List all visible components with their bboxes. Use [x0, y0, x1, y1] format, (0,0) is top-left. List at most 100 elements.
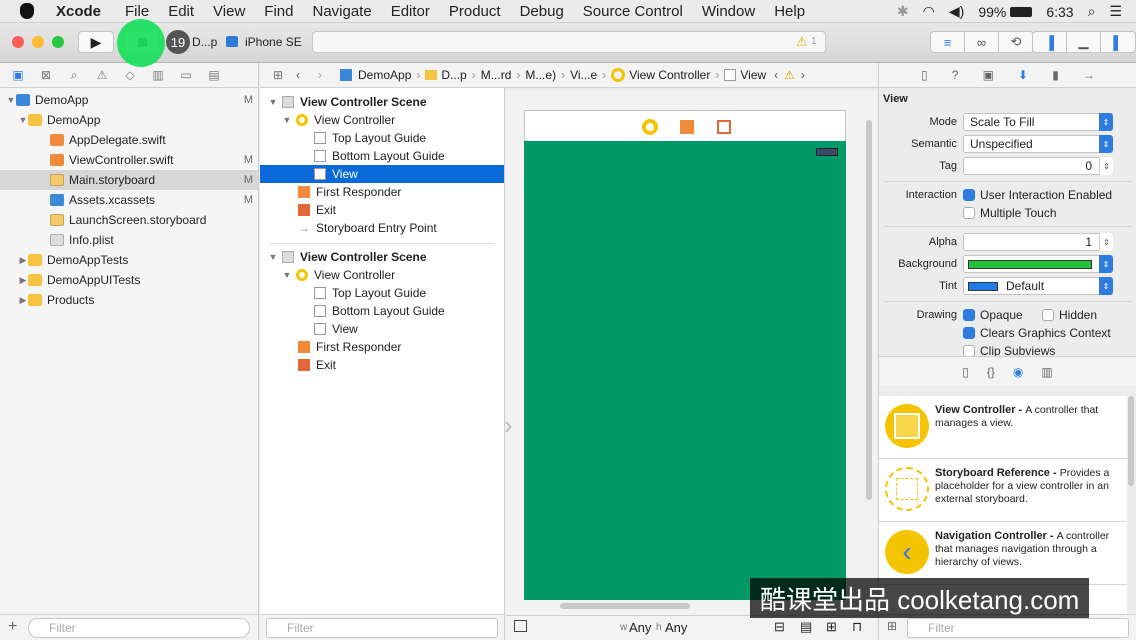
outline-scene-2[interactable]: ▼ View Controller Scene — [260, 248, 504, 266]
nav-item-main-storyboard[interactable]: Main.storyboard M — [0, 170, 258, 190]
menu-window[interactable]: Window — [702, 3, 755, 20]
connections-inspector-icon[interactable]: → — [1083, 68, 1095, 82]
embed-in-stack-icon[interactable]: ⊟ — [774, 619, 785, 635]
user-interaction-checkbox[interactable] — [963, 189, 975, 201]
outline-item-exit[interactable]: Exit — [260, 201, 504, 219]
semantic-popup[interactable]: Unspecified ⇕ — [963, 135, 1113, 153]
apple-logo-icon[interactable] — [20, 3, 34, 19]
run-button[interactable]: ▶ — [78, 31, 114, 53]
clears-graphics-checkbox[interactable] — [963, 327, 975, 339]
library-filter-input[interactable]: Filter — [907, 618, 1129, 638]
task-count-badge[interactable]: 19 — [166, 30, 190, 54]
grid-view-icon[interactable]: ⊞ — [887, 619, 897, 633]
outline-item-view-selected[interactable]: View — [260, 165, 504, 183]
crumb-file[interactable]: M...rd — [481, 68, 512, 82]
menu-file[interactable]: File — [125, 3, 149, 20]
nav-item-products[interactable]: ▶ Products — [0, 290, 258, 310]
menu-editor[interactable]: Editor — [391, 3, 430, 20]
menu-product[interactable]: Product — [449, 3, 501, 20]
resolve-autolayout-icon[interactable]: ⊓ — [852, 619, 862, 635]
attributes-inspector-icon[interactable]: ⬇ — [1018, 68, 1028, 82]
library-scrollbar[interactable] — [1128, 396, 1134, 486]
version-editor-icon[interactable]: ⟲ — [999, 32, 1033, 52]
file-template-library-icon[interactable]: ▯ — [962, 365, 969, 379]
outline-item-exit[interactable]: Exit — [260, 356, 504, 374]
nav-item-assets[interactable]: Assets.xcassets M — [0, 190, 258, 210]
toggle-debug-area-icon[interactable]: ▁ — [1067, 32, 1101, 52]
canvas-vertical-scrollbar[interactable] — [866, 120, 872, 500]
nav-item-launchscreen[interactable]: LaunchScreen.storyboard — [0, 210, 258, 230]
menu-source-control[interactable]: Source Control — [583, 3, 683, 20]
library-item-view-controller[interactable]: View Controller - A controller that mana… — [879, 396, 1127, 459]
tag-field[interactable]: 0 ⇕ — [963, 157, 1113, 175]
minimize-window-button[interactable] — [32, 36, 44, 48]
pin-icon[interactable]: ⊞ — [826, 619, 837, 635]
stepper-icon[interactable]: ⇕ — [1099, 157, 1113, 175]
toggle-navigator-icon[interactable]: ▐ — [1033, 32, 1067, 52]
project-navigator-icon[interactable]: ▣ — [10, 68, 26, 82]
multiple-touch-checkbox[interactable] — [963, 207, 975, 219]
crumb-project[interactable]: DemoApp — [358, 68, 411, 82]
nav-item-appdelegate[interactable]: AppDelegate.swift — [0, 130, 258, 150]
debug-navigator-icon[interactable]: ▥ — [150, 68, 166, 82]
battery-percent[interactable]: 99% — [978, 4, 1006, 20]
breakpoint-navigator-icon[interactable]: ▭ — [178, 68, 194, 82]
hidden-checkbox[interactable] — [1042, 309, 1054, 321]
issue-next-icon[interactable]: › — [801, 68, 805, 82]
opaque-checkbox[interactable] — [963, 309, 975, 321]
outline-item-first-responder[interactable]: First Responder — [260, 183, 504, 201]
assistant-editor-icon[interactable]: ∞ — [965, 32, 999, 52]
size-class-width[interactable]: Any — [629, 620, 651, 635]
disclosure-open-icon[interactable]: ▼ — [18, 115, 28, 125]
nav-item-project[interactable]: ▼ DemoApp M — [0, 90, 258, 110]
stepper-icon[interactable]: ⇕ — [1099, 233, 1113, 251]
alpha-field[interactable]: 1 ⇕ — [963, 233, 1113, 251]
menu-view[interactable]: View — [213, 3, 245, 20]
issue-navigator-icon[interactable]: ⚠ — [94, 68, 110, 82]
outline-item-entry-point[interactable]: → Storyboard Entry Point — [260, 219, 504, 237]
outline-item-view-controller[interactable]: ▼ View Controller — [260, 111, 504, 129]
menu-find[interactable]: Find — [264, 3, 293, 20]
related-items-icon[interactable]: ⊞ — [270, 68, 286, 82]
test-navigator-icon[interactable]: ◇ — [122, 68, 138, 82]
disclosure-closed-icon[interactable]: ▶ — [18, 255, 28, 266]
disclosure-open-icon[interactable]: ▼ — [268, 97, 278, 107]
outline-item-bottom-layout-guide[interactable]: Bottom Layout Guide — [260, 147, 504, 165]
scheme-selector[interactable]: D...p — [192, 35, 217, 49]
align-icon[interactable]: ▤ — [800, 619, 812, 635]
add-icon[interactable]: + — [8, 618, 17, 636]
clock[interactable]: 6:33 — [1046, 4, 1073, 20]
file-inspector-icon[interactable]: ▯ — [921, 68, 928, 82]
size-inspector-icon[interactable]: ▮ — [1052, 68, 1059, 82]
notification-center-icon[interactable]: ☰ — [1109, 3, 1122, 20]
menu-navigate[interactable]: Navigate — [312, 3, 371, 20]
menu-debug[interactable]: Debug — [520, 3, 564, 20]
outline-item-view[interactable]: View — [260, 320, 504, 338]
nav-item-tests[interactable]: ▶ DemoAppTests — [0, 250, 258, 270]
nav-item-viewcontroller[interactable]: ViewController.swift M — [0, 150, 258, 170]
outline-item-bottom-layout-guide[interactable]: Bottom Layout Guide — [260, 302, 504, 320]
exit-dock-icon[interactable] — [717, 120, 731, 134]
menu-edit[interactable]: Edit — [168, 3, 194, 20]
size-class-height[interactable]: Any — [665, 620, 687, 635]
mode-popup[interactable]: Scale To Fill ⇕ — [963, 113, 1113, 131]
outline-item-view-controller[interactable]: ▼ View Controller — [260, 266, 504, 284]
identity-inspector-icon[interactable]: ▣ — [983, 68, 994, 82]
wifi-icon[interactable]: ◠ — [923, 3, 935, 20]
disclosure-open-icon[interactable]: ▼ — [268, 252, 278, 262]
symbol-navigator-icon[interactable]: ⊠ — [38, 68, 54, 82]
main-view-green[interactable] — [524, 141, 846, 600]
crumb-group[interactable]: D...p — [441, 68, 466, 82]
view-controller-dock-icon[interactable] — [642, 119, 658, 135]
disclosure-closed-icon[interactable]: ▶ — [18, 275, 28, 286]
quick-help-icon[interactable]: ? — [952, 68, 959, 82]
back-arrow-icon[interactable]: ‹ — [296, 68, 300, 82]
crumb-view-controller[interactable]: View Controller — [629, 68, 710, 82]
outline-item-top-layout-guide[interactable]: Top Layout Guide — [260, 129, 504, 147]
volume-icon[interactable]: ◀) — [949, 3, 964, 20]
standard-editor-icon[interactable]: ≡ — [931, 32, 965, 52]
library-item-navigation-controller[interactable]: ‹ Navigation Controller - A controller t… — [879, 522, 1127, 585]
battery-icon[interactable] — [1010, 6, 1033, 17]
toggle-outline-icon[interactable] — [514, 620, 527, 632]
disclosure-open-icon[interactable]: ▼ — [6, 95, 16, 105]
